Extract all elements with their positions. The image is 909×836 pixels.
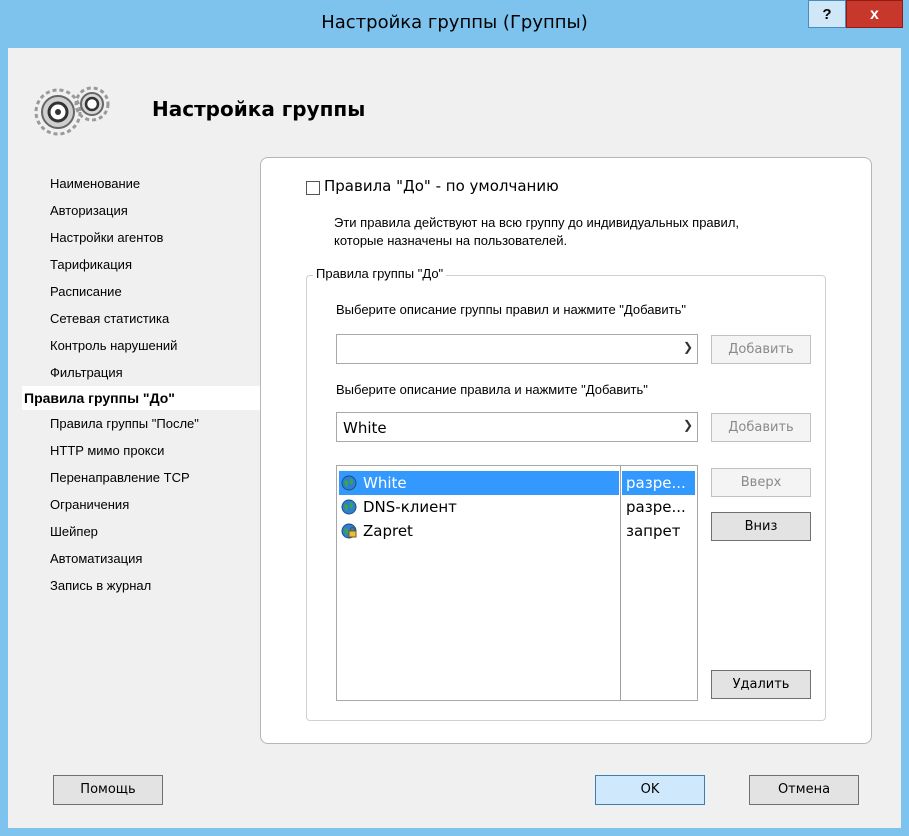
chevron-down-icon: ❯ [682,418,693,432]
rule-name: DNS-клиент [363,498,457,516]
sidebar-item-rules-before[interactable]: Правила группы "До" [22,386,260,410]
rule-select[interactable]: White ❯ [336,412,698,442]
rule-action: разре... [626,498,686,516]
dialog-client: Настройка группы Наименование Авторизаци… [8,48,901,828]
description-line-1: Эти правила действуют на всю группу до и… [334,215,740,230]
sidebar-item-logging[interactable]: Запись в журнал [50,578,151,593]
list-item[interactable]: Zapret запрет [339,519,695,543]
group-rules-select[interactable]: ❯ [336,334,698,364]
rule-name: Zapret [363,522,413,540]
rule-action: запрет [626,522,681,540]
sidebar-item-shaper[interactable]: Шейпер [50,524,98,539]
sidebar-item-automation[interactable]: Автоматизация [50,551,142,566]
sidebar-item-http-bypass[interactable]: HTTP мимо прокси [50,443,164,458]
sidebar-item-agent-settings[interactable]: Настройки агентов [50,230,163,245]
delete-button[interactable]: Удалить [711,670,811,699]
rules-list[interactable]: White разре... DNS-клиент разре... Zapre… [336,465,698,701]
group-rules-prompt: Выберите описание группы правил и нажмит… [336,302,686,317]
default-rules-checkbox[interactable] [306,181,320,195]
chevron-down-icon: ❯ [682,340,693,354]
help-title-button[interactable]: ? [808,0,846,28]
add-rule-button[interactable]: Добавить [711,413,811,442]
sidebar-item-naming[interactable]: Наименование [50,176,140,191]
ok-button[interactable]: OK [595,775,705,805]
list-item[interactable]: White разре... [339,471,695,495]
rule-name: White [339,471,619,495]
add-group-rules-button[interactable]: Добавить [711,335,811,364]
move-up-button[interactable]: Вверх [711,468,811,497]
rule-select-value: White [343,419,387,437]
sidebar-item-violation-control[interactable]: Контроль нарушений [50,338,177,353]
title-bar[interactable]: Настройка группы (Группы) ? x [0,0,909,48]
rule-action: разре... [622,471,695,495]
globe-check-icon [341,499,357,515]
sidebar-item-tcp-redirect[interactable]: Перенаправление TCP [50,470,190,485]
sidebar-item-authorization[interactable]: Авторизация [50,203,128,218]
list-item[interactable]: DNS-клиент разре... [339,495,695,519]
sidebar-item-network-stats[interactable]: Сетевая статистика [50,311,169,326]
dialog-window: Настройка группы (Группы) ? x Настройка … [0,0,909,836]
sidebar-item-limits[interactable]: Ограничения [50,497,129,512]
sidebar-item-schedule[interactable]: Расписание [50,284,122,299]
move-down-button[interactable]: Вниз [711,512,811,541]
close-button[interactable]: x [846,0,903,28]
group-box-title: Правила группы "До" [313,266,447,281]
description-line-2: которые назначены на пользователей. [334,233,568,248]
help-button[interactable]: Помощь [53,775,163,805]
rules-group-box: Правила группы "До" Выберите описание гр… [306,266,826,721]
sidebar-item-filtering[interactable]: Фильтрация [50,365,123,380]
window-title: Настройка группы (Группы) [321,12,588,33]
page-title: Настройка группы [152,97,366,121]
sidebar-item-rules-after[interactable]: Правила группы "После" [50,416,199,431]
cancel-button[interactable]: Отмена [749,775,859,805]
gears-logo-icon [34,86,110,136]
globe-check-icon [341,475,357,491]
rule-prompt: Выберите описание правила и нажмите "Доб… [336,382,648,397]
rules-description: Эти правила действуют на всю группу до и… [334,214,854,250]
default-rules-label[interactable]: Правила "До" - по умолчанию [324,177,559,195]
globe-lock-icon [341,523,357,539]
sidebar-item-billing[interactable]: Тарификация [50,257,132,272]
settings-panel: Правила "До" - по умолчанию Эти правила … [260,157,872,744]
